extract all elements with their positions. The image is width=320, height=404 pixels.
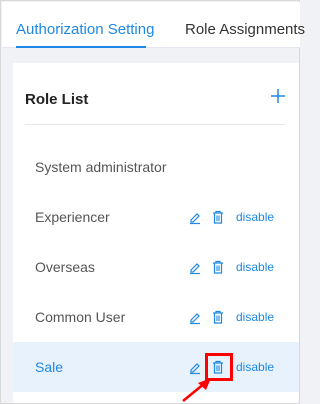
role-list-card: Role List System administrator Experienc… <box>13 63 299 403</box>
delete-role-button[interactable] <box>210 209 226 225</box>
disable-role-link[interactable]: disable <box>236 360 274 374</box>
edit-icon <box>190 363 200 375</box>
role-list-title: Role List <box>25 91 89 108</box>
card-divider <box>25 124 285 125</box>
trash-icon <box>213 210 223 224</box>
edit-role-button[interactable] <box>187 259 203 275</box>
role-row-common-user[interactable]: Common User disable <box>13 292 299 342</box>
role-name: Experiencer <box>35 209 110 225</box>
edit-icon <box>190 263 200 275</box>
edit-icon <box>190 313 200 325</box>
role-row-system-administrator[interactable]: System administrator <box>13 142 299 192</box>
role-name: Overseas <box>35 259 95 275</box>
role-row-sale[interactable]: Sale disable <box>13 342 299 392</box>
add-role-button[interactable] <box>267 85 289 107</box>
edit-role-button[interactable] <box>187 209 203 225</box>
role-row-overseas[interactable]: Overseas disable <box>13 242 299 292</box>
edit-role-button[interactable] <box>187 359 203 375</box>
role-name: System administrator <box>35 159 167 175</box>
tab-bar: Authorization Setting Role Assignments <box>2 2 305 48</box>
trash-icon <box>213 260 223 274</box>
delete-role-button[interactable] <box>210 359 226 375</box>
role-list: System administrator Experiencer disable… <box>13 142 299 392</box>
active-tab-indicator <box>16 46 146 48</box>
disable-role-link[interactable]: disable <box>236 210 274 224</box>
edit-icon <box>190 213 200 225</box>
tab-authorization-setting[interactable]: Authorization Setting <box>16 2 154 48</box>
role-name: Sale <box>35 359 64 375</box>
trash-icon <box>213 310 223 324</box>
edit-role-button[interactable] <box>187 309 203 325</box>
disable-role-link[interactable]: disable <box>236 260 274 274</box>
trash-icon <box>213 360 223 374</box>
role-name: Common User <box>35 309 126 325</box>
delete-role-button[interactable] <box>210 259 226 275</box>
disable-role-link[interactable]: disable <box>236 310 274 324</box>
app-frame: Authorization Setting Role Assignments R… <box>0 0 305 404</box>
delete-role-button[interactable] <box>210 309 226 325</box>
tab-role-assignments[interactable]: Role Assignments <box>185 2 305 48</box>
plus-icon <box>271 89 285 103</box>
role-row-experiencer[interactable]: Experiencer disable <box>13 192 299 242</box>
